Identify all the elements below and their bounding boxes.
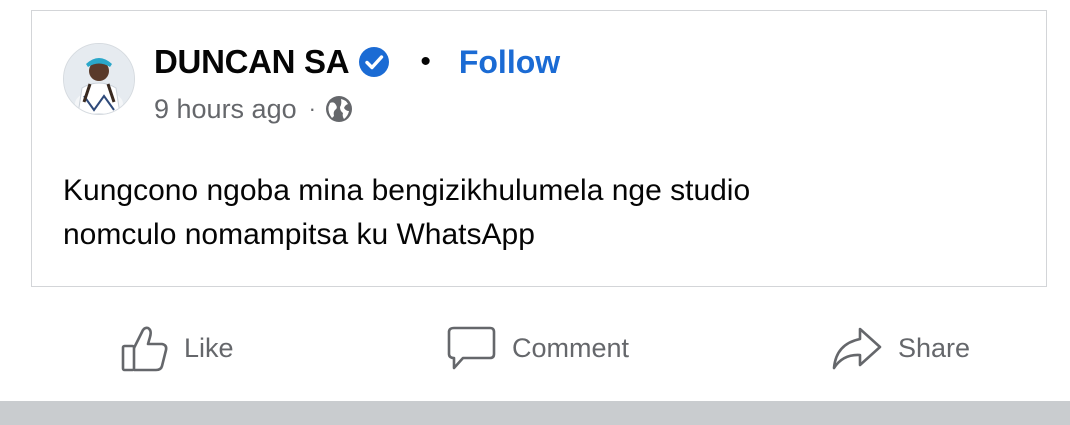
separator-dot: • (420, 45, 431, 78)
thumbs-up-icon (121, 326, 168, 372)
comment-button[interactable]: Comment (446, 315, 629, 381)
comment-icon (447, 326, 496, 370)
feed-divider (0, 401, 1070, 425)
globe-icon[interactable] (324, 94, 354, 124)
meta-separator: · (308, 96, 316, 121)
verified-badge-icon (358, 46, 390, 78)
post-text: Kungcono ngoba mina bengizikhulumela nge… (63, 169, 1023, 257)
follow-button[interactable]: Follow (459, 44, 560, 81)
author-name[interactable]: DUNCAN SA (154, 43, 350, 81)
comment-label: Comment (512, 332, 630, 363)
post-text-line: Kungcono ngoba mina bengizikhulumela nge… (63, 174, 751, 207)
author-row: DUNCAN SA • Follow (154, 41, 560, 83)
post-card: DUNCAN SA • Follow 9 hours ago · Kungcon… (31, 10, 1047, 287)
avatar-image (64, 44, 134, 114)
post-text-line: nomculo nomampitsa ku WhatsApp (63, 218, 535, 251)
share-button[interactable]: Share (830, 315, 970, 381)
like-label: Like (184, 332, 234, 363)
post-actions: Like Comment Share (0, 315, 1070, 381)
share-icon (832, 327, 882, 370)
post-meta: 9 hours ago · (154, 92, 354, 126)
avatar[interactable] (63, 43, 135, 115)
like-button[interactable]: Like (120, 315, 234, 381)
share-label: Share (898, 332, 971, 363)
post-timestamp[interactable]: 9 hours ago (154, 94, 297, 125)
